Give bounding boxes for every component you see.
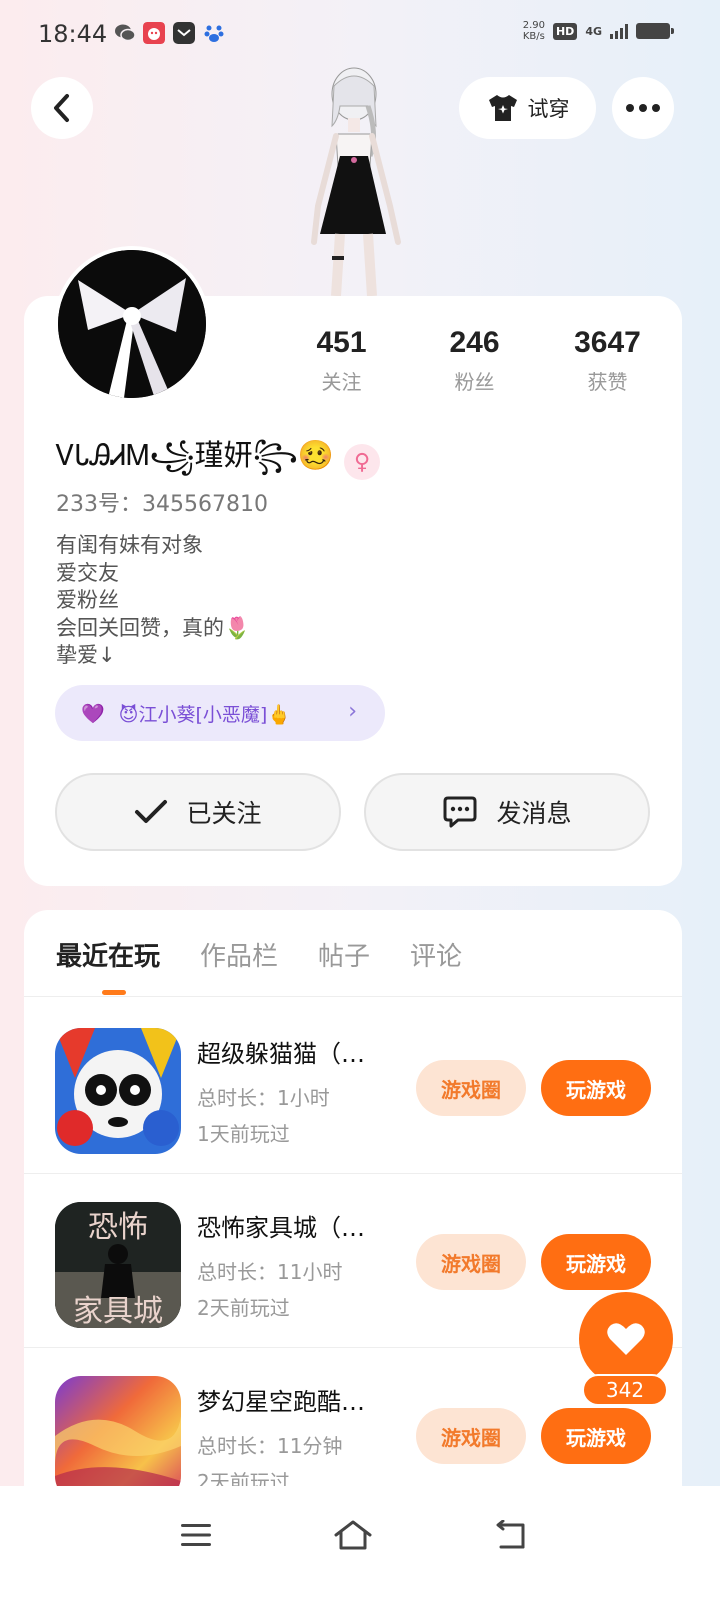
check-icon [135, 800, 168, 823]
tryon-label: 试穿 [527, 97, 570, 121]
battery-icon [636, 23, 674, 39]
game-last-played: 2天前玩过 [197, 1296, 290, 1320]
stat-label: 关注 [321, 370, 362, 394]
game-duration: 总时长：11分钟 [197, 1434, 343, 1458]
tryon-button[interactable]: 试穿 [459, 77, 596, 139]
back-button[interactable] [31, 77, 93, 139]
menu-nav-button[interactable] [166, 1510, 226, 1560]
chat-icon [443, 796, 477, 828]
game-circle-button[interactable]: 游戏圈 [416, 1234, 526, 1290]
stat-value: 3647 [574, 326, 641, 359]
game-circle-button[interactable]: 游戏圈 [416, 1060, 526, 1116]
tab-recently-played[interactable]: 最近在玩 [56, 936, 160, 973]
user-id: 233号：345567810 [56, 492, 268, 517]
stat-likes[interactable]: 3647 获赞 [541, 326, 674, 395]
tab-comments[interactable]: 评论 [410, 936, 462, 973]
female-icon: ♀ [344, 444, 381, 480]
active-tab-indicator [102, 990, 126, 995]
status-bar: 18:44 2.90 KB/s HD 4G [0, 0, 720, 68]
game-icon-text: 恐怖 [88, 1210, 148, 1245]
wechat-icon [115, 24, 136, 42]
like-button[interactable] [579, 1292, 673, 1386]
avatar[interactable] [54, 246, 210, 402]
status-time: 18:44 [38, 20, 108, 48]
game-icon-text: 家具城 [73, 1294, 163, 1328]
back-arrow-icon [54, 94, 69, 122]
more-button[interactable] [612, 77, 674, 139]
follow-label: 已关注 [186, 799, 262, 828]
status-indicators: 2.90 KB/s HD 4G [522, 20, 674, 42]
bio-line: 爱交友 [56, 560, 119, 585]
stat-label: 粉丝 [454, 370, 495, 394]
game-duration: 总时长：1小时 [197, 1086, 330, 1110]
message-button[interactable]: 发消息 [364, 773, 650, 851]
game-icon: 恐怖 家具城 [55, 1202, 181, 1328]
tab-bar: 最近在玩 作品栏 帖子 评论 [56, 936, 502, 973]
bio-line: 爱粉丝 [56, 588, 119, 612]
tab-posts[interactable]: 帖子 [318, 936, 370, 973]
bio: 有闺有妹有对象 爱交友 爱粉丝 会回关回赞，真的🌷 挚爱↓ [56, 532, 250, 670]
stat-value: 246 [449, 326, 500, 359]
play-game-button[interactable]: 玩游戏 [541, 1060, 651, 1116]
game-duration: 总时长：11小时 [197, 1260, 343, 1284]
signal-icon [610, 24, 628, 39]
tshirt-icon [488, 95, 517, 121]
tab-works[interactable]: 作品栏 [200, 936, 278, 973]
hd-badge: HD [552, 22, 578, 40]
game-title: 恐怖家具城（… [197, 1214, 365, 1242]
play-game-button[interactable]: 玩游戏 [541, 1408, 651, 1464]
game-title: 梦幻星空跑酷… [197, 1388, 365, 1416]
game-row[interactable]: 超级躲猫猫（… 总时长：1小时 1天前玩过 游戏圈 玩游戏 [24, 1000, 682, 1174]
baidu-icon [204, 25, 224, 42]
profile-stats: 451 关注 246 粉丝 3647 获赞 [275, 326, 675, 395]
menu-icon [181, 1524, 211, 1546]
bow-image [58, 250, 206, 398]
bond-text: 😈江小葵[小恶魔]🖕 [118, 703, 291, 726]
back-nav-button[interactable] [480, 1510, 540, 1560]
like-count: 342 [582, 1374, 668, 1406]
game-icon [55, 1376, 181, 1502]
mail-icon [173, 22, 195, 44]
stat-value: 451 [316, 326, 367, 359]
return-icon [496, 1520, 525, 1549]
network-type: 4G [585, 24, 602, 38]
nickname-text: ᏙᏓᎯᏗᎷ꧁瑾妍꧂🥴 [56, 438, 335, 472]
home-nav-button[interactable] [323, 1510, 383, 1560]
heart-icon: 💜 [81, 702, 105, 725]
more-dots-icon [626, 104, 660, 112]
bio-line: 会回关回赞，真的🌷 [56, 615, 251, 640]
home-icon [334, 1520, 372, 1550]
game-last-played: 1天前玩过 [197, 1122, 290, 1146]
system-nav-bar [0, 1486, 720, 1600]
stat-followers[interactable]: 246 粉丝 [408, 326, 541, 395]
stat-label: 获赞 [587, 370, 628, 394]
game-icon [55, 1028, 181, 1154]
follow-button[interactable]: 已关注 [55, 773, 341, 851]
message-label: 发消息 [496, 799, 572, 828]
heart-icon [607, 1323, 645, 1355]
network-speed: 2.90 KB/s [522, 20, 545, 42]
bio-line: 有闺有妹有对象 [56, 533, 203, 557]
stat-following[interactable]: 451 关注 [275, 326, 408, 395]
divider [24, 996, 682, 997]
app-icon [143, 22, 165, 44]
bond-chip[interactable]: 💜 😈江小葵[小恶魔]🖕 › [55, 685, 385, 741]
chevron-right-icon: › [348, 699, 357, 724]
play-game-button[interactable]: 玩游戏 [541, 1234, 651, 1290]
bio-line: 挚爱↓ [56, 643, 116, 667]
game-circle-button[interactable]: 游戏圈 [416, 1408, 526, 1464]
nickname: ᏙᏓᎯᏗᎷ꧁瑾妍꧂🥴 ♀ [56, 432, 381, 492]
avatar-figure [311, 67, 401, 296]
game-title: 超级躲猫猫（… [197, 1040, 365, 1068]
